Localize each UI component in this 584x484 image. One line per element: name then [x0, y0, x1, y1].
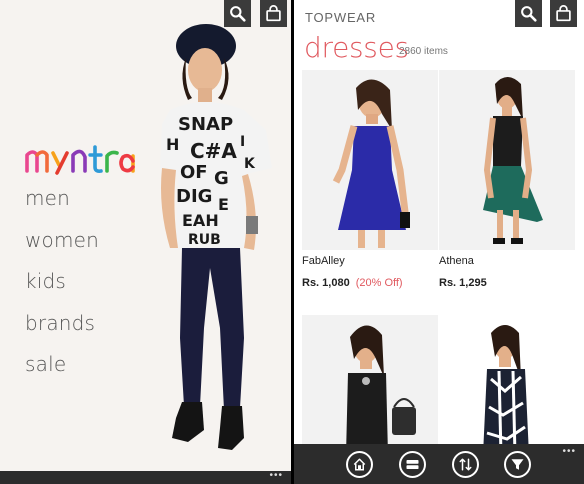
shopping-bag-button[interactable]: [550, 0, 577, 27]
dress-figure: [483, 77, 543, 244]
nav-item-brands[interactable]: brands: [25, 313, 99, 355]
item-count: 2860 items: [399, 46, 448, 57]
svg-text:OF: OF: [180, 162, 208, 183]
page-title: dresses: [304, 31, 409, 64]
svg-text:DIG: DIG: [176, 186, 212, 207]
svg-text:EAH: EAH: [182, 211, 219, 230]
search-icon: [230, 6, 246, 22]
svg-text:C#A: C#A: [190, 139, 237, 163]
shopping-bag-button[interactable]: [260, 0, 287, 27]
nav-item-women[interactable]: women: [25, 230, 99, 272]
home-icon: [353, 458, 366, 471]
filter-button[interactable]: [504, 451, 531, 478]
listing-pane: TOPWEAR dresses 2860 items FabAlley Rs. …: [294, 0, 584, 484]
more-options-button[interactable]: •••: [562, 447, 576, 457]
view-toggle-button[interactable]: [399, 451, 426, 478]
nav-item-sale[interactable]: sale: [25, 354, 99, 396]
search-icon: [521, 6, 537, 22]
filter-icon: [511, 459, 524, 470]
app-bar-minimized: •••: [0, 471, 291, 484]
product-brand: Athena: [439, 255, 474, 267]
app-bar: •••: [294, 444, 584, 484]
product-card[interactable]: FabAlley Rs. 1,080 (20% Off): [302, 70, 438, 289]
product-price: Rs. 1,295: [439, 277, 575, 289]
svg-text:K: K: [244, 156, 256, 172]
product-image[interactable]: [302, 70, 438, 250]
dress-figure: [332, 79, 410, 248]
nav-item-kids[interactable]: kids: [25, 271, 99, 313]
price-value: Rs. 1,295: [439, 277, 487, 289]
svg-text:SNAP: SNAP: [178, 114, 233, 135]
svg-text:I: I: [240, 134, 245, 150]
search-button[interactable]: [515, 0, 542, 27]
myntra-logo: myntra: [25, 145, 135, 175]
model-photo: SNAP H C#A OF G DIG E EAH RUB I K: [160, 24, 272, 450]
home-button[interactable]: [346, 451, 373, 478]
section-label: TOPWEAR: [305, 10, 377, 25]
discount-label: (20% Off): [355, 277, 403, 289]
home-pane: SNAP H C#A OF G DIG E EAH RUB I K men wo…: [0, 0, 291, 484]
sort-icon: [459, 458, 472, 471]
nav-item-men[interactable]: men: [25, 188, 99, 230]
more-options-button[interactable]: •••: [269, 471, 283, 481]
sort-button[interactable]: [452, 451, 479, 478]
shopping-bag-icon: [556, 5, 571, 22]
product-price: Rs. 1,080 (20% Off): [302, 277, 438, 289]
search-button[interactable]: [224, 0, 251, 27]
svg-text:RUB: RUB: [188, 232, 221, 248]
main-nav: men women kids brands sale: [25, 188, 99, 396]
product-brand: FabAlley: [302, 255, 345, 267]
svg-text:E: E: [218, 195, 229, 214]
shopping-bag-icon: [266, 5, 281, 22]
price-value: Rs. 1,080: [302, 277, 350, 289]
svg-text:G: G: [214, 168, 229, 189]
svg-text:H: H: [166, 135, 179, 154]
view-toggle-icon: [406, 460, 419, 469]
product-image[interactable]: [439, 70, 575, 250]
product-card[interactable]: Athena Rs. 1,295: [439, 70, 575, 289]
